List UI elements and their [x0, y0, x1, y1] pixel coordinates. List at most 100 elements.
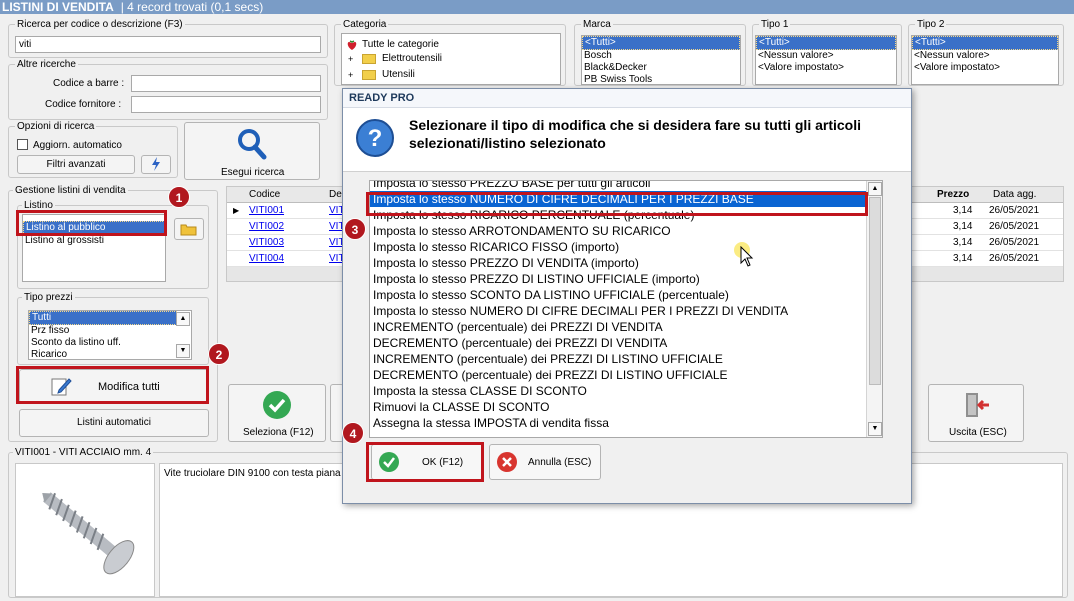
- type2-item[interactable]: <Valore impostato>: [912, 62, 1058, 74]
- price-list-management-label: Gestione listini di vendita: [13, 185, 128, 196]
- row-code[interactable]: VITI004: [249, 251, 284, 267]
- row-code[interactable]: VITI003: [249, 235, 284, 251]
- type2-label: Tipo 2: [915, 19, 947, 30]
- price-type-list[interactable]: Tutti Prz fisso Sconto da listino uff. R…: [28, 310, 192, 360]
- advanced-filters-button[interactable]: Filtri avanzati: [17, 155, 135, 174]
- price-type-item[interactable]: Ricarico: [29, 349, 191, 359]
- brand-item[interactable]: Bosch: [582, 50, 740, 62]
- search-label: Ricerca per codice o descrizione (F3): [15, 19, 185, 30]
- lightning-button[interactable]: [141, 155, 171, 174]
- expand-icon[interactable]: +: [348, 70, 353, 80]
- price-type-item[interactable]: Prz fisso: [29, 325, 191, 337]
- product-image: [15, 463, 155, 597]
- modify-option[interactable]: Rimuovi la CLASSE DI SCONTO: [370, 399, 866, 415]
- price-type-item[interactable]: Sconto da listino uff.: [29, 337, 191, 349]
- cancel-x-icon: [497, 452, 517, 472]
- auto-update-checkbox[interactable]: [17, 139, 28, 150]
- folder-icon: [362, 70, 376, 80]
- scroll-up-button[interactable]: ▲: [868, 182, 882, 196]
- options-scrollbar[interactable]: ▲ ▼: [866, 181, 882, 437]
- type2-item[interactable]: <Nessun valore>: [912, 50, 1058, 62]
- open-folder-button[interactable]: [174, 218, 204, 240]
- folder-icon: [362, 54, 376, 64]
- search-input[interactable]: viti: [15, 36, 321, 53]
- row-date: 26/05/2021: [989, 253, 1040, 264]
- automatic-lists-button[interactable]: Listini automatici: [19, 409, 209, 437]
- row-code[interactable]: VITI001: [249, 203, 284, 219]
- strawberry-icon: [346, 39, 358, 54]
- mouse-cursor-icon: [740, 246, 754, 267]
- modify-option[interactable]: Imposta lo stesso ARROTONDAMENTO SU RICA…: [370, 223, 866, 239]
- cancel-button[interactable]: Annulla (ESC): [489, 444, 601, 480]
- type1-label: Tipo 1: [759, 19, 791, 30]
- modify-option[interactable]: DECREMENTO (percentuale) dei PREZZI DI V…: [370, 335, 866, 351]
- modify-option[interactable]: DECREMENTO (percentuale) dei PREZZI DI L…: [370, 367, 866, 383]
- modify-options-list[interactable]: Imposta lo stesso PREZZO BASE per tutti …: [369, 180, 883, 438]
- header-code[interactable]: Codice: [249, 187, 280, 202]
- checkmark-icon: [263, 391, 291, 419]
- category-group: Categoria Tutte le categorie + Elettrout…: [334, 19, 566, 86]
- modify-option[interactable]: INCREMENTO (percentuale) dei PREZZI DI L…: [370, 351, 866, 367]
- price-type-item[interactable]: Tutti: [29, 311, 177, 325]
- price-type-group: Tipo prezzi Tutti Prz fisso Sconto da li…: [17, 292, 209, 365]
- expand-icon[interactable]: +: [348, 54, 353, 64]
- select-button[interactable]: Seleziona (F12): [228, 384, 326, 442]
- auto-update-label: Aggiorn. automatico: [33, 140, 122, 151]
- modify-option[interactable]: Imposta lo stesso RICARICO FISSO (import…: [370, 239, 866, 255]
- modify-option[interactable]: INCREMENTO (percentuale) dei PREZZI DI V…: [370, 319, 866, 335]
- step-badge-2: 2: [208, 343, 230, 365]
- modify-option[interactable]: Imposta la stessa CLASSE DI SCONTO: [370, 383, 866, 399]
- modify-option[interactable]: Imposta lo stesso NUMERO DI CIFRE DECIMA…: [370, 303, 866, 319]
- detail-title: VITI001 - VITI ACCIAIO mm. 4: [13, 447, 154, 458]
- brand-list[interactable]: <Tutti> Bosch Black&Decker PB Swiss Tool…: [581, 35, 741, 85]
- exit-label: Uscita (ESC): [949, 427, 1007, 438]
- type2-item[interactable]: <Tutti>: [912, 36, 1058, 50]
- category-tree[interactable]: Tutte le categorie + Elettroutensili + U…: [341, 33, 561, 85]
- exit-door-icon: [966, 393, 989, 417]
- type1-item[interactable]: <Tutti>: [756, 36, 896, 50]
- type1-item[interactable]: <Valore impostato>: [756, 62, 896, 74]
- row-price: 3,14: [953, 237, 973, 248]
- modify-option[interactable]: Assegna la stessa IMPOSTA di vendita fis…: [370, 415, 866, 431]
- row-code[interactable]: VITI002: [249, 219, 284, 235]
- type1-item[interactable]: <Nessun valore>: [756, 50, 896, 62]
- step-badge-4: 4: [342, 422, 364, 444]
- price-list-item[interactable]: Listino al grossisti: [23, 235, 165, 247]
- svg-text:?: ?: [368, 125, 383, 152]
- scroll-up-button[interactable]: ▲: [176, 312, 190, 326]
- category-power-tools[interactable]: Elettroutensili: [380, 53, 442, 65]
- modify-option[interactable]: Imposta lo stesso SCONTO DA LISTINO UFFI…: [370, 287, 866, 303]
- category-all[interactable]: Tutte le categorie: [360, 39, 439, 51]
- row-pointer-icon: ▶: [233, 206, 240, 215]
- scroll-thumb[interactable]: [869, 197, 881, 385]
- category-tools[interactable]: Utensili: [380, 69, 415, 81]
- brand-item[interactable]: Black&Decker: [582, 62, 740, 74]
- header-price[interactable]: Prezzo: [937, 187, 969, 202]
- supplier-code-input[interactable]: [131, 96, 321, 113]
- cancel-label: Annulla (ESC): [528, 457, 592, 468]
- row-date: 26/05/2021: [989, 205, 1040, 216]
- modify-option[interactable]: Imposta lo stesso PREZZO DI LISTINO UFFI…: [370, 271, 866, 287]
- step-badge-1: 1: [168, 186, 190, 208]
- brand-item[interactable]: <Tutti>: [582, 36, 740, 50]
- other-search-group: Altre ricerche Codice a barre : Codice f…: [8, 59, 328, 120]
- price-type-label: Tipo prezzi: [22, 292, 75, 303]
- window-title: LISTINI DI VENDITA: [2, 0, 114, 14]
- select-label: Seleziona (F12): [243, 427, 314, 438]
- modify-option[interactable]: Imposta lo stesso PREZZO BASE per tutti …: [370, 181, 866, 191]
- type1-list[interactable]: <Tutti> <Nessun valore> <Valore impostat…: [755, 35, 897, 85]
- brand-item[interactable]: PB Swiss Tools: [582, 74, 740, 84]
- highlight-ok-button: [366, 442, 484, 482]
- type2-list[interactable]: <Tutti> <Nessun valore> <Valore impostat…: [911, 35, 1059, 85]
- modify-option[interactable]: Imposta lo stesso PREZZO DI VENDITA (imp…: [370, 255, 866, 271]
- folder-icon: [180, 224, 197, 236]
- exit-button[interactable]: Uscita (ESC): [928, 384, 1024, 442]
- highlight-modify-all: [16, 366, 209, 404]
- scroll-down-button[interactable]: ▼: [868, 422, 882, 436]
- barcode-input[interactable]: [131, 75, 321, 92]
- header-date[interactable]: Data agg.: [993, 187, 1036, 202]
- scroll-down-button[interactable]: ▼: [176, 344, 190, 358]
- execute-search-button[interactable]: Esegui ricerca: [184, 122, 320, 180]
- header-desc[interactable]: De: [329, 187, 342, 202]
- record-count: | 4 record trovati (0,1 secs): [120, 0, 264, 14]
